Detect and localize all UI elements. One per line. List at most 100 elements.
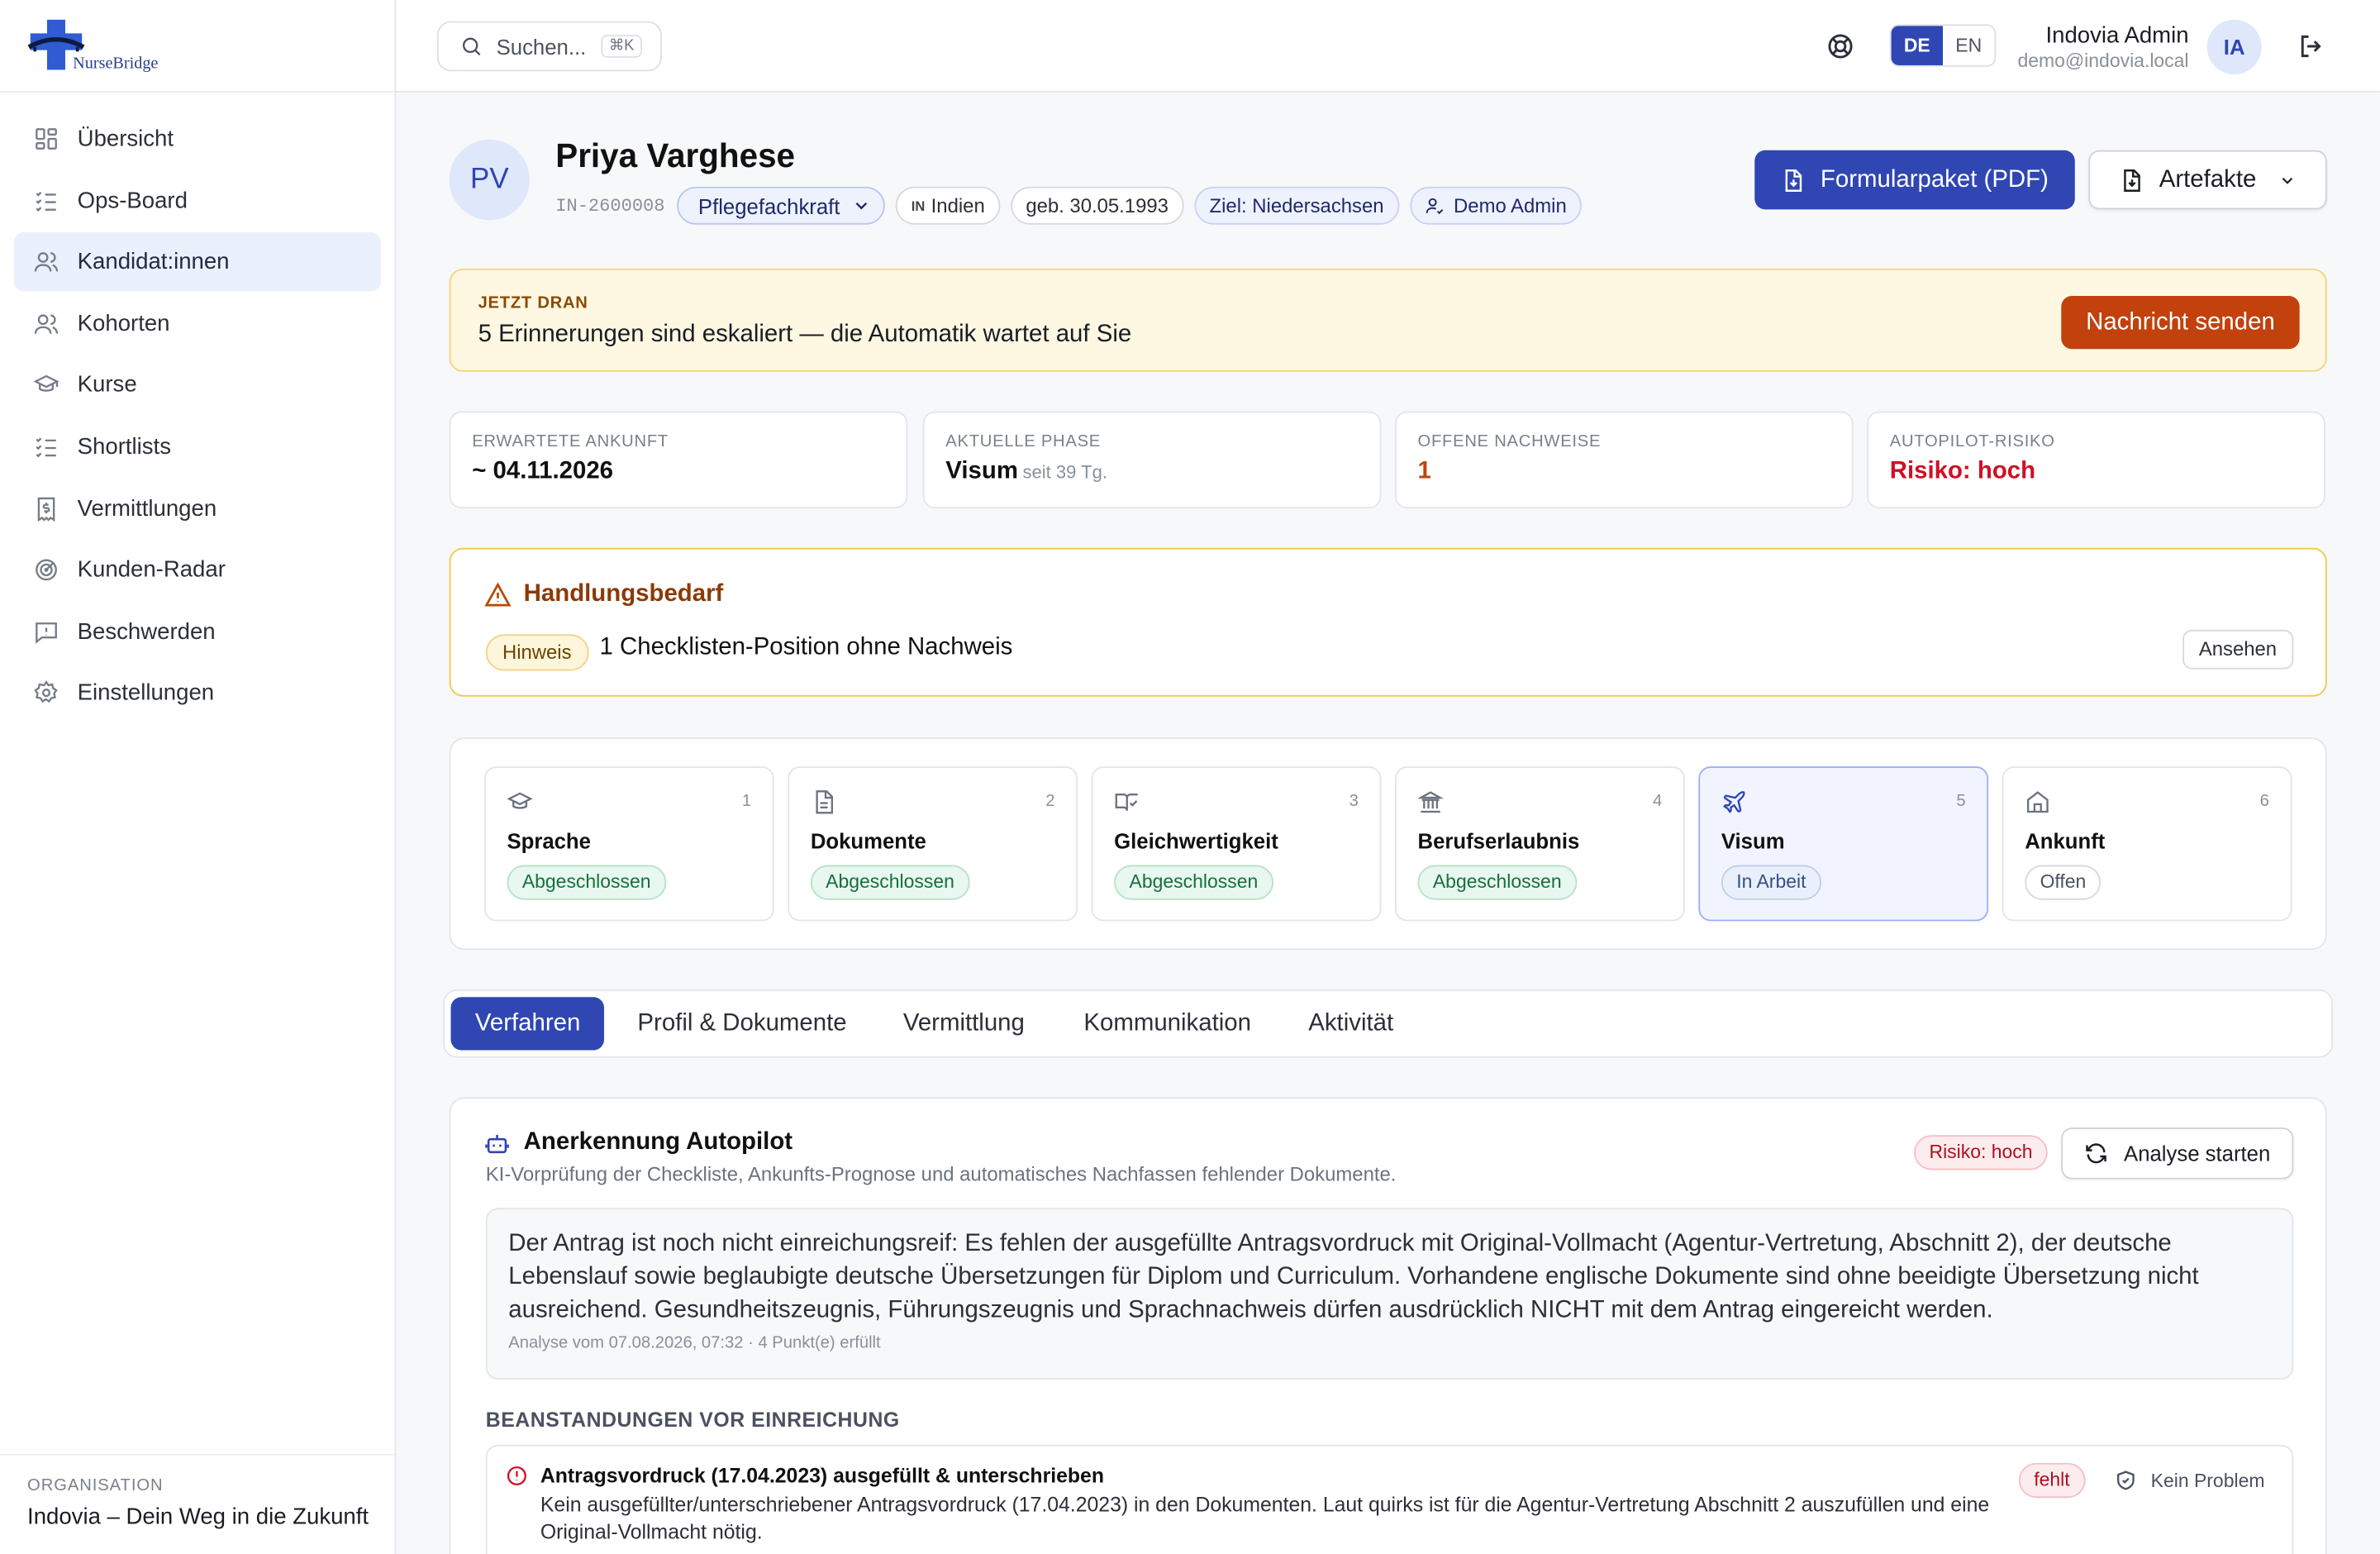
language-en-button[interactable]: EN xyxy=(1943,26,1994,65)
sidebar-item-kohorten[interactable]: Kohorten xyxy=(14,294,381,354)
phase-name: Gleichwertigkeit xyxy=(1114,828,1278,853)
logout-icon[interactable] xyxy=(2297,32,2325,61)
tab-kommunikation[interactable]: Kommunikation xyxy=(1083,997,1251,1050)
nursebridge-logo[interactable]: NurseBridge xyxy=(27,18,167,76)
phase-card-visum[interactable]: 5 Visum In Arbeit xyxy=(1698,766,1989,922)
stat-expected-arrival: ERWARTETE ANKUNFT ~ 04.11.2026 xyxy=(449,411,908,509)
candidate-meta: IN-2600008 Pflegefachkraft IN Indien geb… xyxy=(555,186,1583,225)
owner-chip[interactable]: Demo Admin xyxy=(1409,186,1583,225)
shield-check-icon xyxy=(2117,1471,2135,1490)
view-button[interactable]: Ansehen xyxy=(2182,629,2294,670)
tab-profil-dokumente[interactable]: Profil & Dokumente xyxy=(637,997,846,1050)
sidebar-item-label: Einstellungen xyxy=(77,680,215,707)
sidebar-item-einstellungen[interactable]: Einstellungen xyxy=(14,664,381,723)
sidebar-item-beschwerden[interactable]: Beschwerden xyxy=(14,602,381,661)
search-input[interactable]: Suchen... ⌘K xyxy=(436,21,662,72)
analysis-summary: Der Antrag ist noch nicht einreichungsre… xyxy=(485,1208,2294,1380)
user-name: Indovia Admin xyxy=(2045,22,2189,49)
now-due-alert: JETZT DRAN 5 Erinnerungen sind eskaliert… xyxy=(449,268,2327,372)
sidebar-item-kurse[interactable]: Kurse xyxy=(14,355,381,415)
issue-item: Antragsvordruck (17.04.2023) ausgefüllt … xyxy=(485,1444,2294,1554)
landmark-icon xyxy=(1417,791,1444,813)
phase-number: 5 xyxy=(1956,792,1966,811)
list-check-icon xyxy=(36,191,56,212)
phase-status-badge: Abgeschlossen xyxy=(507,865,666,900)
candidate-id: IN-2600008 xyxy=(555,194,665,217)
stat-label: OFFENE NACHWEISE xyxy=(1417,432,1602,451)
organisation-name[interactable]: Indovia – Dein Weg in die Zukunft xyxy=(27,1504,394,1529)
send-message-button[interactable]: Nachricht senden xyxy=(2061,296,2300,350)
start-analysis-button[interactable]: Analyse starten xyxy=(2061,1127,2294,1180)
phase-card-dokumente[interactable]: 2 Dokumente Abgeschlossen xyxy=(788,766,1078,922)
sidebar-item-vermittlungen[interactable]: Vermittlungen xyxy=(14,479,381,538)
owner-name: Demo Admin xyxy=(1454,194,1567,217)
candidate-avatar: PV xyxy=(449,139,531,221)
refresh-icon xyxy=(2086,1143,2107,1164)
chevron-down-icon xyxy=(2281,177,2292,184)
main-content: PV Priya Varghese IN-2600008 Pflegefachk… xyxy=(396,93,2380,1554)
sidebar-item-label: Kurse xyxy=(77,372,137,398)
sidebar-item-label: Kohorten xyxy=(77,310,170,337)
stat-label: AKTUELLE PHASE xyxy=(945,432,1102,451)
risk-badge: Risiko: hoch xyxy=(1914,1135,2048,1170)
role-select[interactable]: Pflegefachkraft xyxy=(677,186,886,225)
artifacts-dropdown-button[interactable]: Artefakte xyxy=(2088,150,2327,210)
phase-number: 3 xyxy=(1349,792,1359,811)
target-region: Ziel: Niedersachsen xyxy=(1209,194,1384,217)
country-name: Indien xyxy=(931,194,985,217)
stat-value-line: Visum seit 39 Tg. xyxy=(945,458,1379,485)
sidebar-item-shortlists[interactable]: Shortlists xyxy=(14,417,381,477)
warning-triangle-icon xyxy=(484,582,512,607)
sidebar-item-kunden-radar[interactable]: Kunden-Radar xyxy=(14,541,381,600)
form-package-pdf-label: Formularpaket (PDF) xyxy=(1820,166,2049,193)
stat-value: 1 xyxy=(1417,458,1431,484)
graduation-cap-icon xyxy=(33,375,60,393)
now-due-text: 5 Erinnerungen sind eskaliert — die Auto… xyxy=(478,322,1132,348)
stat-value: Risiko: hoch xyxy=(1889,458,2036,484)
gear-icon xyxy=(34,680,58,703)
language-de-button[interactable]: DE xyxy=(1891,26,1944,65)
phase-card-berufserlaubnis[interactable]: 4 Berufserlaubnis Abgeschlossen xyxy=(1394,766,1685,922)
logo-text: NurseBridge xyxy=(73,55,159,74)
start-analysis-label: Analyse starten xyxy=(2124,1141,2271,1166)
birthdate-chip: geb. 30.05.1993 xyxy=(1010,186,1184,225)
users-icon xyxy=(34,313,59,334)
stat-label: AUTOPILOT-RISIKO xyxy=(1889,432,2055,451)
sidebar-item-kandidatinnen[interactable]: Kandidat:innen xyxy=(13,232,382,292)
phase-name: Ankunft xyxy=(2025,828,2106,853)
tab-vermittlung[interactable]: Vermittlung xyxy=(903,997,1025,1050)
role-select-value: Pflegefachkraft xyxy=(697,193,840,218)
form-package-pdf-button[interactable]: Formularpaket (PDF) xyxy=(1754,150,2075,210)
autopilot-card: Anerkennung Autopilot KI-Vorprüfung der … xyxy=(449,1097,2327,1554)
sidebar-item-uebersicht[interactable]: Übersicht xyxy=(14,109,381,169)
top-bar: Suchen... ⌘K DE EN Indovia Admin demo@in… xyxy=(396,0,2380,93)
chevron-down-icon xyxy=(856,202,868,210)
dismiss-issue-button[interactable]: Kein Problem xyxy=(2115,1469,2264,1492)
phase-card-gleichwertigkeit[interactable]: 3 Gleichwertigkeit Abgeschlossen xyxy=(1091,766,1382,922)
sidebar-item-label: Kandidat:innen xyxy=(77,249,230,275)
sidebar-nav: Übersicht Ops-Board Kandidat:innen Kohor… xyxy=(13,109,382,725)
stat-label: ERWARTETE ANKUNFT xyxy=(472,432,669,451)
user-info[interactable]: Indovia Admin demo@indovia.local xyxy=(2017,23,2188,72)
phase-card-ankunft[interactable]: 6 Ankunft Offen xyxy=(2002,766,2292,922)
phase-card-sprache[interactable]: 1 Sprache Abgeschlossen xyxy=(483,766,774,922)
tab-aktivitaet[interactable]: Aktivität xyxy=(1308,997,1393,1050)
user-email: demo@indovia.local xyxy=(2017,50,2189,72)
phase-status-badge: Offen xyxy=(2025,865,2102,900)
analysis-summary-text: Der Antrag ist noch nicht einreichungsre… xyxy=(508,1230,2199,1323)
artifacts-label: Artefakte xyxy=(2159,166,2257,193)
tab-bar: Verfahren Profil & Dokumente Vermittlung… xyxy=(443,989,2334,1058)
phase-number: 1 xyxy=(741,792,752,811)
phase-name: Visum xyxy=(1721,828,1785,853)
search-icon xyxy=(462,37,481,56)
sidebar-item-label: Shortlists xyxy=(77,434,171,460)
sidebar-item-ops-board[interactable]: Ops-Board xyxy=(14,171,381,231)
tab-verfahren[interactable]: Verfahren xyxy=(450,997,605,1051)
stat-autopilot-risk: AUTOPILOT-RISIKO Risiko: hoch xyxy=(1867,411,2325,509)
autopilot-title: Anerkennung Autopilot xyxy=(523,1128,793,1156)
stat-current-phase: AKTUELLE PHASE Visum seit 39 Tg. xyxy=(922,411,1382,509)
sidebar-item-label: Beschwerden xyxy=(77,618,216,645)
avatar[interactable]: IA xyxy=(2206,19,2262,74)
lifebuoy-icon[interactable] xyxy=(1826,32,1855,61)
issue-description: Kein ausgefüllter/unterschriebener Antra… xyxy=(540,1493,1990,1544)
